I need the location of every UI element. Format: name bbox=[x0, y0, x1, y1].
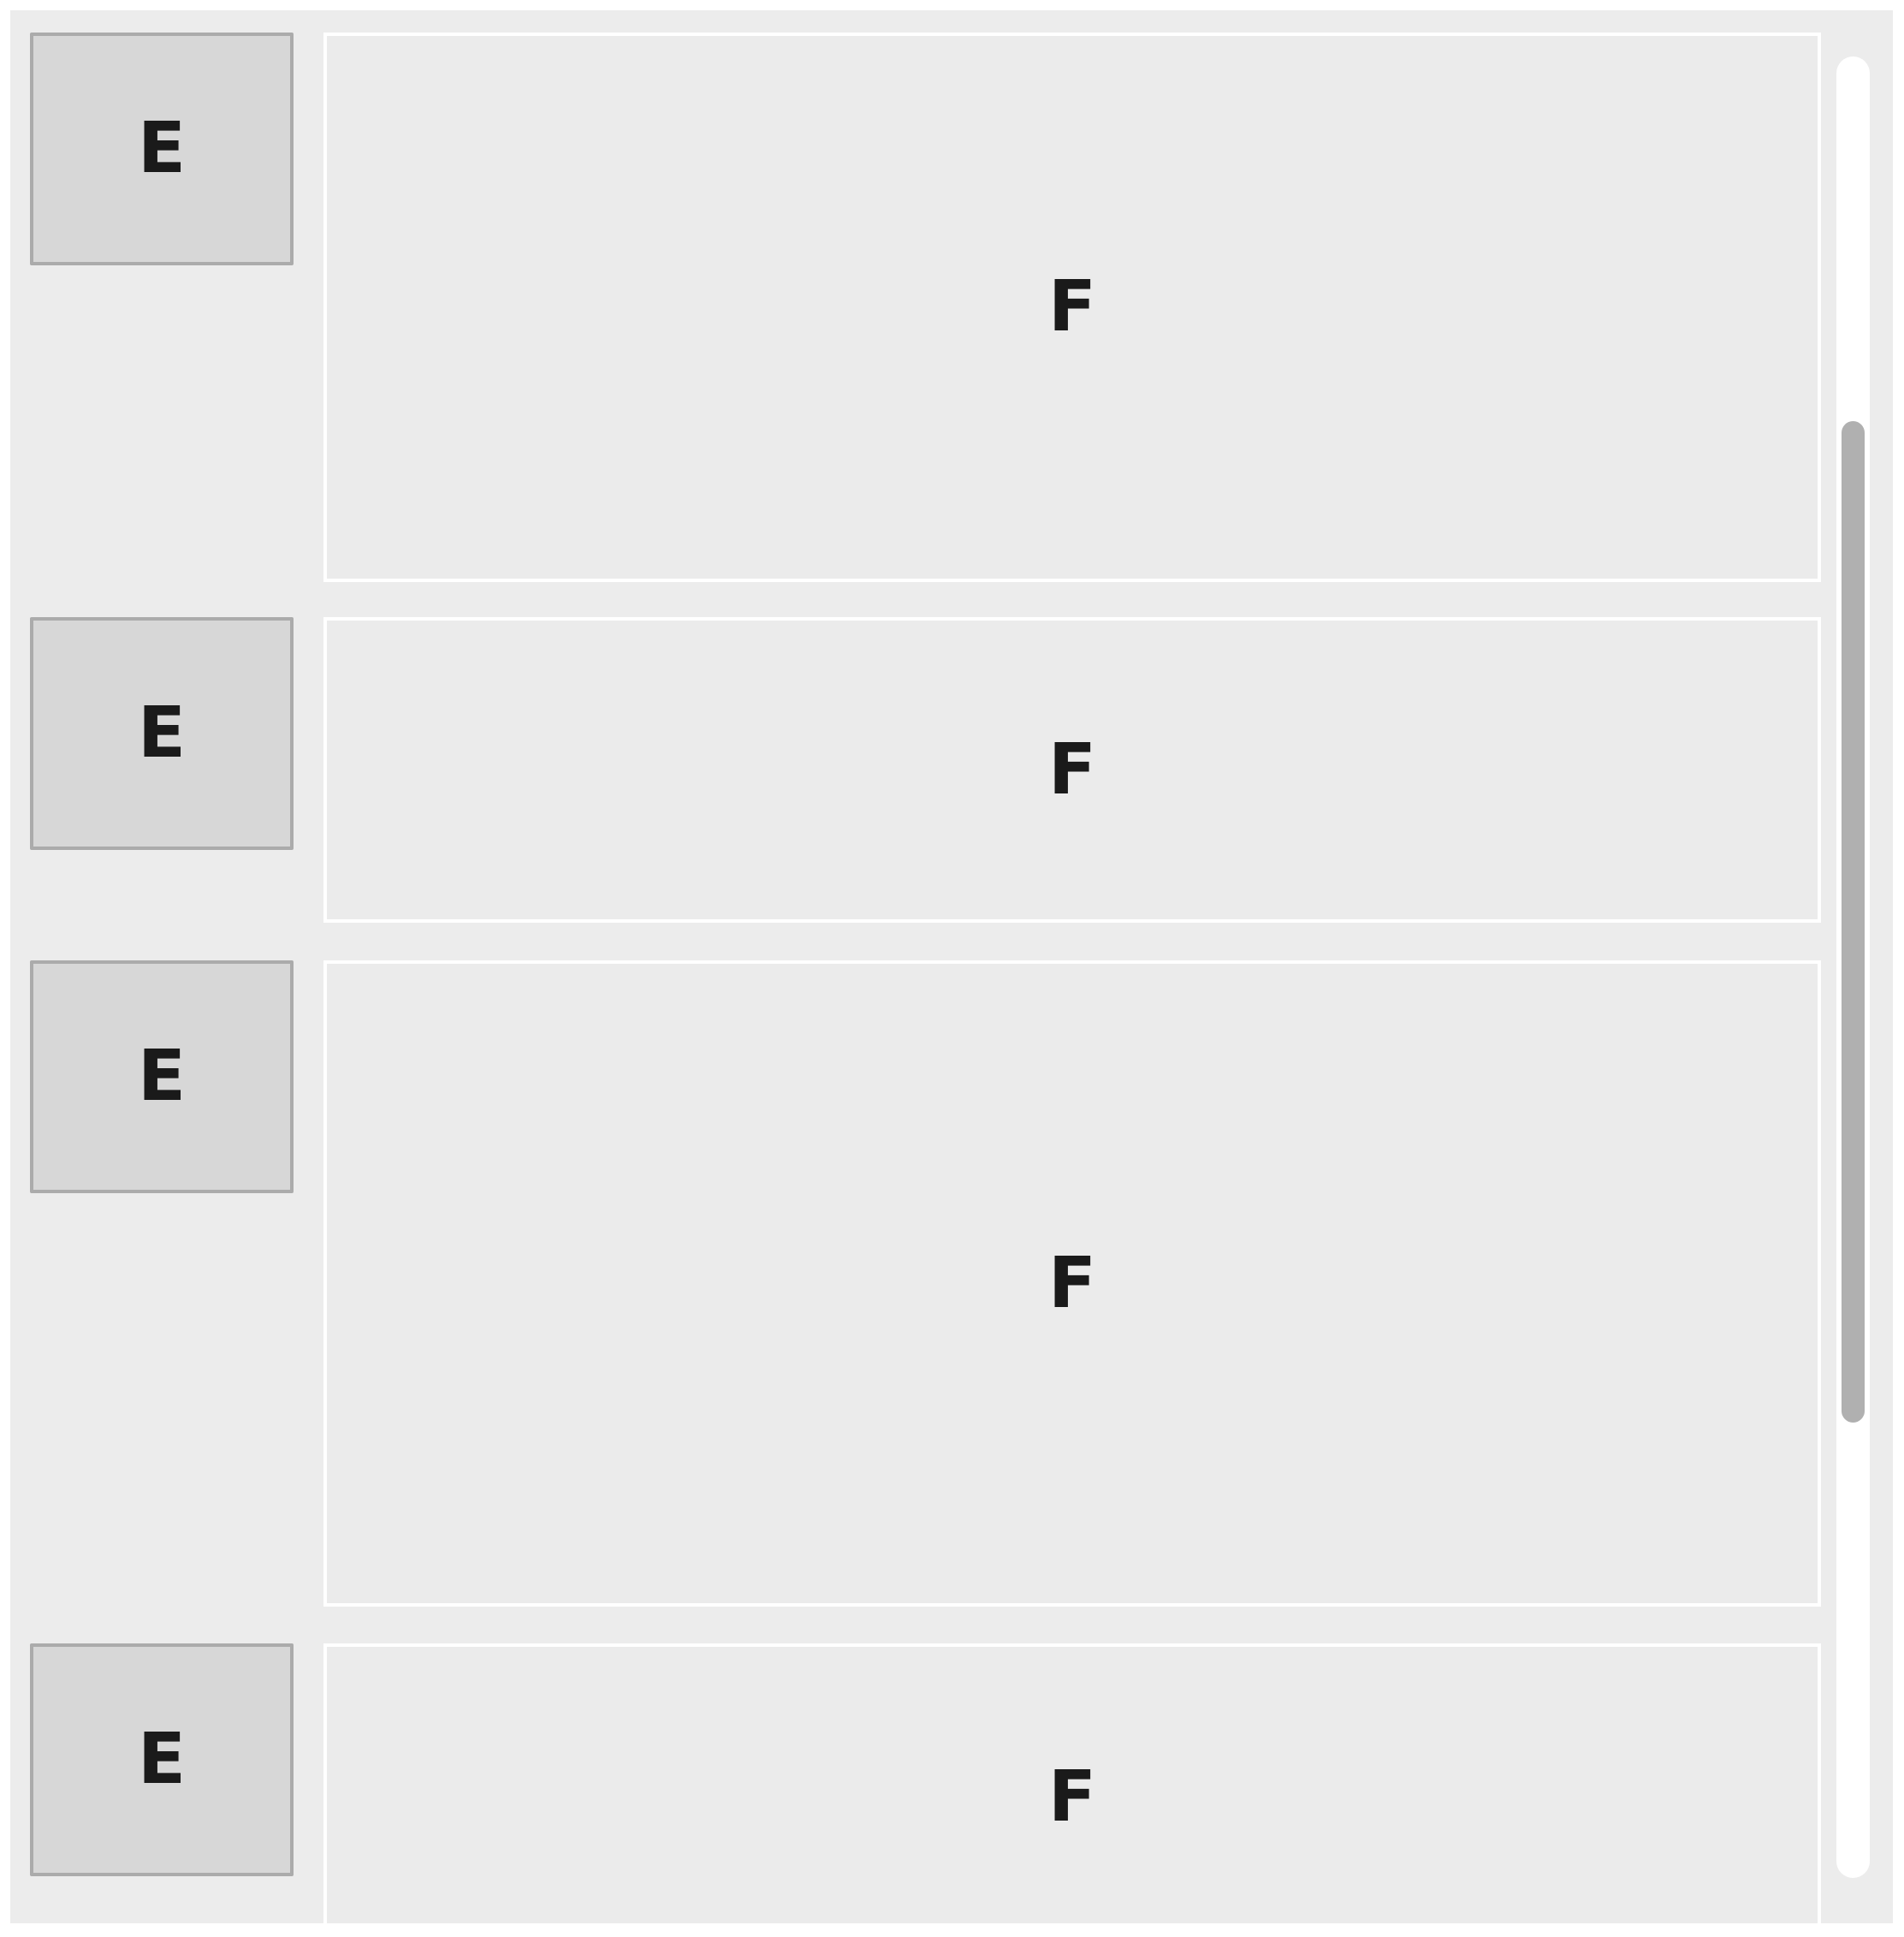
content-label: F bbox=[1047, 1756, 1096, 1838]
item-content[interactable]: F bbox=[323, 33, 1821, 582]
content-label: F bbox=[1047, 728, 1096, 811]
item-content[interactable]: F bbox=[323, 617, 1821, 923]
item-list: E F E F E F E F bbox=[10, 10, 1824, 1923]
list-panel: E F E F E F E F bbox=[10, 10, 1893, 1923]
scrollbar-thumb[interactable] bbox=[1842, 421, 1865, 1423]
item-thumbnail[interactable]: E bbox=[30, 617, 294, 850]
item-thumbnail[interactable]: E bbox=[30, 960, 294, 1193]
content-label: F bbox=[1047, 1242, 1096, 1324]
thumbnail-label: E bbox=[137, 1036, 186, 1117]
content-label: F bbox=[1047, 266, 1096, 348]
item-content[interactable]: F bbox=[323, 1643, 1821, 1923]
item-content[interactable]: F bbox=[323, 960, 1821, 1607]
item-thumbnail[interactable]: E bbox=[30, 1643, 294, 1876]
thumbnail-label: E bbox=[137, 108, 186, 189]
vertical-scrollbar[interactable] bbox=[1836, 56, 1870, 1878]
thumbnail-label: E bbox=[137, 692, 186, 774]
thumbnail-label: E bbox=[137, 1719, 186, 1800]
item-thumbnail[interactable]: E bbox=[30, 33, 294, 265]
